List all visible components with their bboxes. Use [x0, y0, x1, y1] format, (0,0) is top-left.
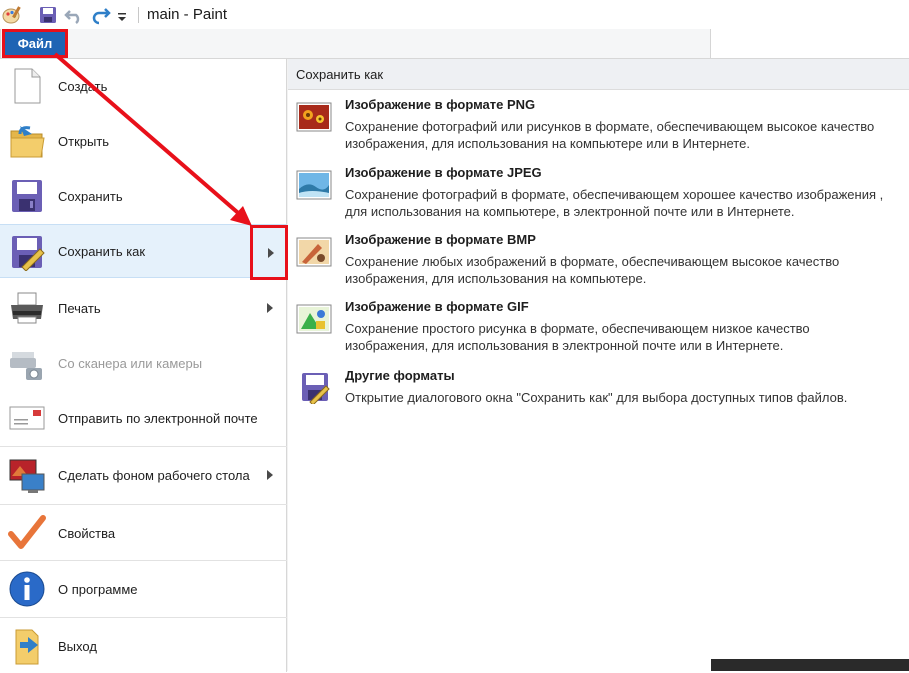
- menu-item-print[interactable]: Печать: [0, 281, 287, 335]
- menu-item-properties[interactable]: Свойства: [0, 506, 287, 560]
- redo-icon[interactable]: [91, 5, 111, 25]
- menu-divider: [0, 560, 287, 561]
- file-tab[interactable]: Файл: [2, 29, 68, 58]
- window-title: main - Paint: [147, 6, 228, 23]
- png-image-icon: [296, 102, 332, 132]
- format-title: Изображение в формате GIF: [345, 299, 529, 314]
- jpeg-image-icon: [296, 170, 332, 200]
- format-title: Изображение в формате JPEG: [345, 165, 542, 180]
- file-menu-left-pane: Создать Открыть Сохранить Сохранить как …: [0, 59, 288, 673]
- save-icon: [12, 180, 42, 212]
- title-bar: main - Paint: [0, 0, 909, 30]
- menu-item-label: Печать: [58, 300, 101, 316]
- chevron-right-icon: [267, 470, 273, 480]
- format-description: Сохранение фотографий в формате, обеспеч…: [345, 187, 884, 219]
- title-separator: [138, 7, 139, 23]
- save-icon[interactable]: [38, 5, 58, 25]
- menu-item-new[interactable]: Создать: [0, 59, 287, 113]
- format-title: Изображение в формате BMP: [345, 232, 536, 247]
- open-folder-icon: [10, 126, 45, 158]
- menu-divider: [0, 617, 287, 618]
- chevron-right-icon: [268, 248, 274, 258]
- desktop-background-icon: [9, 459, 45, 493]
- menu-item-about[interactable]: О программе: [0, 562, 287, 616]
- format-description: Сохранение фотографий или рисунков в фор…: [345, 119, 875, 151]
- format-option-other[interactable]: Другие форматы Открытие диалогового окна…: [288, 368, 909, 413]
- menu-item-label: Со сканера или камеры: [58, 355, 203, 371]
- new-document-icon: [14, 68, 41, 104]
- customize-dropdown-icon[interactable]: [115, 5, 129, 25]
- bmp-image-icon: [296, 237, 332, 267]
- format-description: Сохранение простого рисунка в формате, о…: [345, 321, 810, 353]
- menu-item-label: Сохранить как: [58, 243, 146, 259]
- menu-item-label: О программе: [58, 581, 138, 597]
- gif-image-icon: [296, 304, 332, 334]
- menu-item-label: Открыть: [58, 133, 110, 149]
- format-option-gif[interactable]: Изображение в формате GIF Сохранение про…: [288, 299, 909, 361]
- menu-item-label: Создать: [58, 78, 108, 94]
- paint-app-icon[interactable]: [2, 5, 22, 25]
- menu-item-open[interactable]: Открыть: [0, 114, 287, 168]
- save-as-panel: Сохранить как Изображение в формате PNG …: [288, 59, 909, 672]
- save-as-icon: [12, 236, 45, 271]
- menu-item-email[interactable]: Отправить по электронной почте: [0, 391, 287, 445]
- menu-item-set-desktop-background[interactable]: Сделать фоном рабочего стола: [0, 448, 287, 502]
- menu-item-save[interactable]: Сохранить: [0, 169, 287, 223]
- format-title: Изображение в формате PNG: [345, 97, 536, 112]
- menu-divider: [0, 504, 287, 505]
- undo-icon[interactable]: [64, 5, 84, 25]
- exit-icon: [15, 629, 39, 665]
- ribbon-tabs-strip: [0, 29, 711, 59]
- menu-item-label: Выход: [58, 638, 97, 654]
- save-as-panel-header: Сохранить как: [288, 59, 909, 90]
- printer-icon: [11, 292, 43, 324]
- format-option-bmp[interactable]: Изображение в формате BMP Сохранение люб…: [288, 232, 909, 294]
- format-option-jpeg[interactable]: Изображение в формате JPEG Сохранение фо…: [288, 165, 909, 227]
- format-description: Сохранение любых изображений в формате, …: [345, 254, 840, 286]
- info-icon: [9, 571, 45, 607]
- email-icon: [9, 406, 45, 430]
- menu-item-label: Сохранить: [58, 188, 123, 204]
- format-title: Другие форматы: [345, 368, 455, 383]
- menu-item-scanner: Со сканера или камеры: [0, 336, 287, 390]
- other-formats-icon: [302, 373, 330, 404]
- menu-divider: [0, 446, 287, 447]
- menu-item-exit[interactable]: Выход: [0, 619, 287, 673]
- chevron-right-icon: [267, 303, 273, 313]
- save-as-submenu-button[interactable]: [250, 225, 288, 280]
- menu-item-label: Сделать фоном рабочего стола: [58, 467, 250, 483]
- menu-item-label: Отправить по электронной почте: [58, 410, 258, 426]
- format-option-png[interactable]: Изображение в формате PNG Сохранение фот…: [288, 97, 909, 159]
- menu-item-label: Свойства: [58, 525, 116, 541]
- canvas-edge: [711, 659, 909, 671]
- format-description: Открытие диалогового окна "Сохранить как…: [345, 390, 848, 405]
- menu-item-save-as[interactable]: Сохранить как: [0, 224, 287, 278]
- file-menu: Создать Открыть Сохранить Сохранить как …: [0, 58, 909, 673]
- scanner-icon: [10, 352, 42, 380]
- checkmark-icon: [8, 515, 46, 549]
